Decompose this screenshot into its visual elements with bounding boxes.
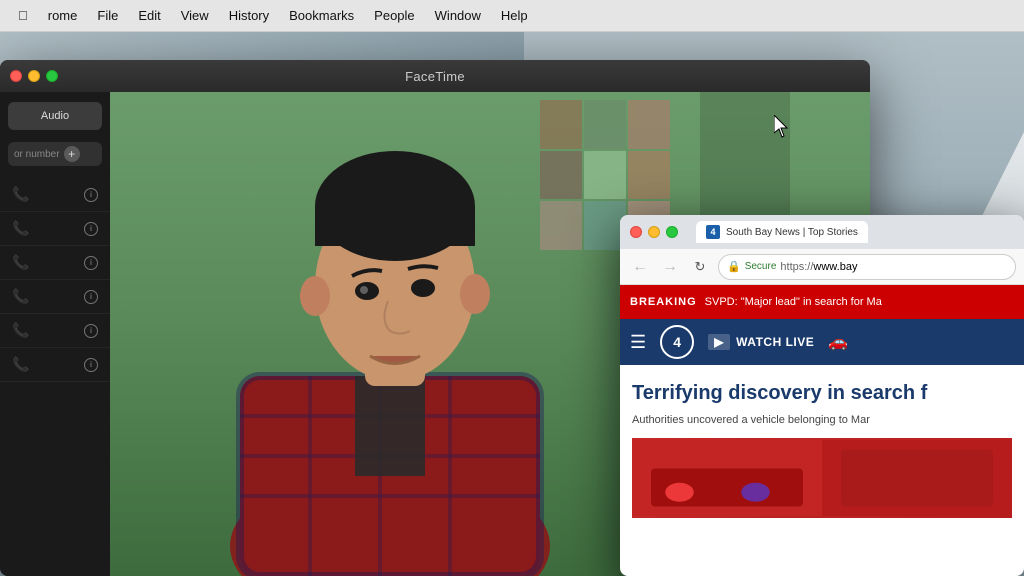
breaking-label: BREAKING xyxy=(630,296,697,308)
facetime-title: FaceTime xyxy=(405,69,465,84)
video-play-icon: ▶ xyxy=(708,334,730,350)
menu-window[interactable]: Window xyxy=(425,6,491,25)
address-url: https://www.bay xyxy=(780,261,857,273)
add-contact-button[interactable]: + xyxy=(64,146,80,162)
menu-file[interactable]: File xyxy=(87,6,128,25)
browser-maximize-button[interactable] xyxy=(666,226,678,238)
info-icon[interactable]: i xyxy=(84,358,98,372)
news-headline: Terrifying discovery in search f xyxy=(632,381,1012,405)
tab-title: South Bay News | Top Stories xyxy=(726,227,858,238)
browser-window: 4 South Bay News | Top Stories ← → ↻ 🔒 S… xyxy=(620,215,1024,576)
maximize-button[interactable] xyxy=(46,70,58,82)
browser-minimize-button[interactable] xyxy=(648,226,660,238)
contact-row[interactable]: 📞 i xyxy=(0,280,110,314)
facetime-titlebar: FaceTime xyxy=(0,60,870,92)
menu-history[interactable]: History xyxy=(219,6,279,25)
phone-icon: 📞 xyxy=(12,220,29,237)
info-icon[interactable]: i xyxy=(84,290,98,304)
car-icon: 🚗 xyxy=(828,332,848,352)
tab-favicon: 4 xyxy=(706,225,720,239)
browser-toolbar: ← → ↻ 🔒 Secure https://www.bay xyxy=(620,249,1024,285)
menu-help[interactable]: Help xyxy=(491,6,538,25)
watch-live-label: WATCH LIVE xyxy=(736,335,814,349)
phone-icon: 📞 xyxy=(12,356,29,373)
phone-icon: 📞 xyxy=(12,254,29,271)
news-navigation: ☰ 4 ▶ WATCH LIVE 🚗 xyxy=(620,319,1024,365)
menu-bar:  rome File Edit View History Bookmarks … xyxy=(0,0,1024,32)
window-controls xyxy=(10,70,58,82)
contact-row[interactable]: 📞 i xyxy=(0,246,110,280)
reload-button[interactable]: ↻ xyxy=(688,255,712,279)
breaking-text: SVPD: "Major lead" in search for Ma xyxy=(705,296,882,308)
info-icon[interactable]: i xyxy=(84,188,98,202)
mouse-cursor xyxy=(774,115,794,139)
back-button[interactable]: ← xyxy=(628,255,652,279)
news-subtext: Authorities uncovered a vehicle belongin… xyxy=(632,413,1012,428)
menu-edit[interactable]: Edit xyxy=(128,6,170,25)
phone-icon: 📞 xyxy=(12,322,29,339)
breaking-news-bar: BREAKING SVPD: "Major lead" in search fo… xyxy=(620,285,1024,319)
search-placeholder: or number xyxy=(14,149,60,160)
forward-button[interactable]: → xyxy=(658,255,682,279)
menu-people[interactable]: People xyxy=(364,6,424,25)
watch-live-button[interactable]: ▶ WATCH LIVE xyxy=(708,334,814,350)
audio-label: Audio xyxy=(41,110,69,122)
info-icon[interactable]: i xyxy=(84,324,98,338)
secure-badge: Secure xyxy=(745,261,777,272)
info-icon[interactable]: i xyxy=(84,256,98,270)
browser-tab[interactable]: 4 South Bay News | Top Stories xyxy=(696,221,868,243)
contact-row[interactable]: 📞 i xyxy=(0,348,110,382)
news-image xyxy=(632,438,1012,518)
menu-bookmarks[interactable]: Bookmarks xyxy=(279,6,364,25)
close-button[interactable] xyxy=(10,70,22,82)
browser-titlebar: 4 South Bay News | Top Stories xyxy=(620,215,1024,249)
browser-tab-area: 4 South Bay News | Top Stories xyxy=(696,221,1014,243)
news-logo: 4 xyxy=(660,325,694,359)
browser-close-button[interactable] xyxy=(630,226,642,238)
minimize-button[interactable] xyxy=(28,70,40,82)
contact-row[interactable]: 📞 i xyxy=(0,212,110,246)
contact-row[interactable]: 📞 i xyxy=(0,314,110,348)
menu-view[interactable]: View xyxy=(171,6,219,25)
audio-button[interactable]: Audio xyxy=(8,102,102,130)
info-icon[interactable]: i xyxy=(84,222,98,236)
news-content: Terrifying discovery in search f Authori… xyxy=(620,365,1024,518)
menu-app[interactable]:  xyxy=(8,6,38,25)
contact-row[interactable]: 📞 i xyxy=(0,178,110,212)
phone-icon: 📞 xyxy=(12,186,29,203)
lock-icon: 🔒 xyxy=(727,260,741,273)
address-bar[interactable]: 🔒 Secure https://www.bay xyxy=(718,254,1016,280)
hamburger-icon[interactable]: ☰ xyxy=(630,332,646,353)
menu-chrome[interactable]: rome xyxy=(38,6,88,25)
phone-icon: 📞 xyxy=(12,288,29,305)
search-bar[interactable]: or number + xyxy=(8,142,102,166)
facetime-sidebar: Audio or number + 📞 i 📞 i 📞 i 📞 i 📞 i 📞 xyxy=(0,92,110,576)
